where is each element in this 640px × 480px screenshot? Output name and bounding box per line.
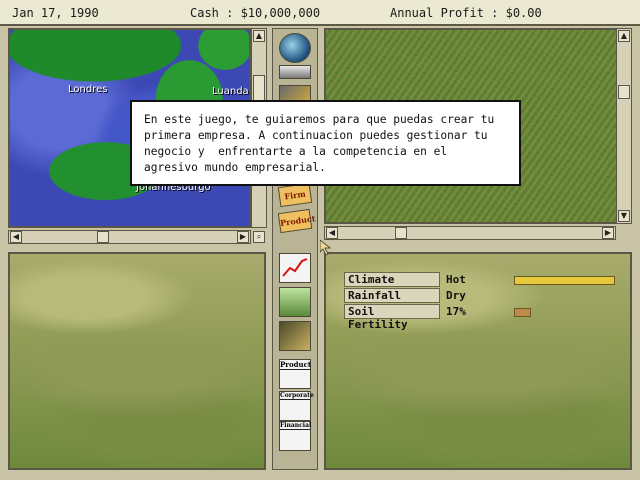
corporate-report-icon[interactable]: Corporate — [279, 391, 314, 421]
zoom-magnifier-icon[interactable]: ⌕ — [253, 231, 265, 243]
globe-icon[interactable] — [279, 33, 311, 63]
soil-fertility-bar — [514, 308, 531, 317]
cutter-icon[interactable] — [279, 65, 311, 79]
crate-icon[interactable] — [279, 321, 311, 351]
firm-tag-icon[interactable]: Firm — [277, 182, 313, 208]
city-label-luanda[interactable]: Luanda — [212, 86, 249, 97]
map-horizontal-scroll-thumb[interactable] — [97, 231, 109, 243]
product-tag-icon[interactable]: Product — [277, 208, 316, 234]
vertical-toolbar: Firm Product Product Corporate Financial — [272, 28, 318, 470]
financial-report-label: Financial — [280, 422, 312, 430]
status-bar: Jan 17, 1990 Cash : $10,000,000 Annual P… — [0, 0, 640, 26]
factory-icon[interactable] — [279, 287, 311, 317]
annual-profit-display: Annual Profit : $0.00 — [390, 6, 542, 20]
financial-report-icon[interactable]: Financial — [279, 421, 311, 451]
farm-horizontal-scroll-thumb[interactable] — [395, 227, 407, 239]
corporate-report-label: Corporate — [280, 392, 314, 400]
chart-icon[interactable] — [279, 253, 311, 283]
scroll-right-icon[interactable]: ▶ — [602, 227, 614, 239]
landscape-view-left — [8, 252, 266, 470]
soil-fertility-label: Soil Fertility — [344, 304, 440, 331]
farm-vertical-scroll-thumb[interactable] — [618, 85, 630, 99]
game-date: Jan 17, 1990 — [12, 6, 99, 20]
map-horizontal-scrollbar[interactable]: ◀ ▶ — [8, 230, 251, 244]
scroll-down-icon[interactable]: ▼ — [618, 210, 630, 222]
scroll-up-icon[interactable]: ▲ — [618, 30, 630, 42]
mouse-pointer-icon — [320, 240, 332, 256]
scroll-up-icon[interactable]: ▲ — [253, 30, 265, 42]
climate-label: Climate — [344, 272, 440, 287]
climate-value: Hot — [446, 273, 466, 286]
product-report-label: Product — [280, 360, 312, 370]
scroll-left-icon[interactable]: ◀ — [10, 231, 22, 243]
tutorial-message: En este juego, te guiaremos para que pue… — [144, 113, 495, 174]
cash-display: Cash : $10,000,000 — [190, 6, 321, 20]
rainfall-value: Dry — [446, 289, 466, 302]
soil-fertility-value: 17% — [446, 305, 466, 318]
rainfall-label: Rainfall — [344, 288, 440, 303]
scroll-right-icon[interactable]: ▶ — [237, 231, 249, 243]
product-report-icon[interactable]: Product — [279, 359, 311, 389]
tutorial-dialog[interactable]: En este juego, te guiaremos para que pue… — [130, 100, 521, 186]
farm-vertical-scrollbar[interactable]: ▲ ▼ — [616, 28, 632, 224]
farm-horizontal-scrollbar[interactable]: ◀ ▶ — [324, 226, 616, 240]
climate-bar — [514, 276, 615, 285]
scroll-left-icon[interactable]: ◀ — [326, 227, 338, 239]
city-label-londres[interactable]: Londres — [68, 84, 107, 95]
